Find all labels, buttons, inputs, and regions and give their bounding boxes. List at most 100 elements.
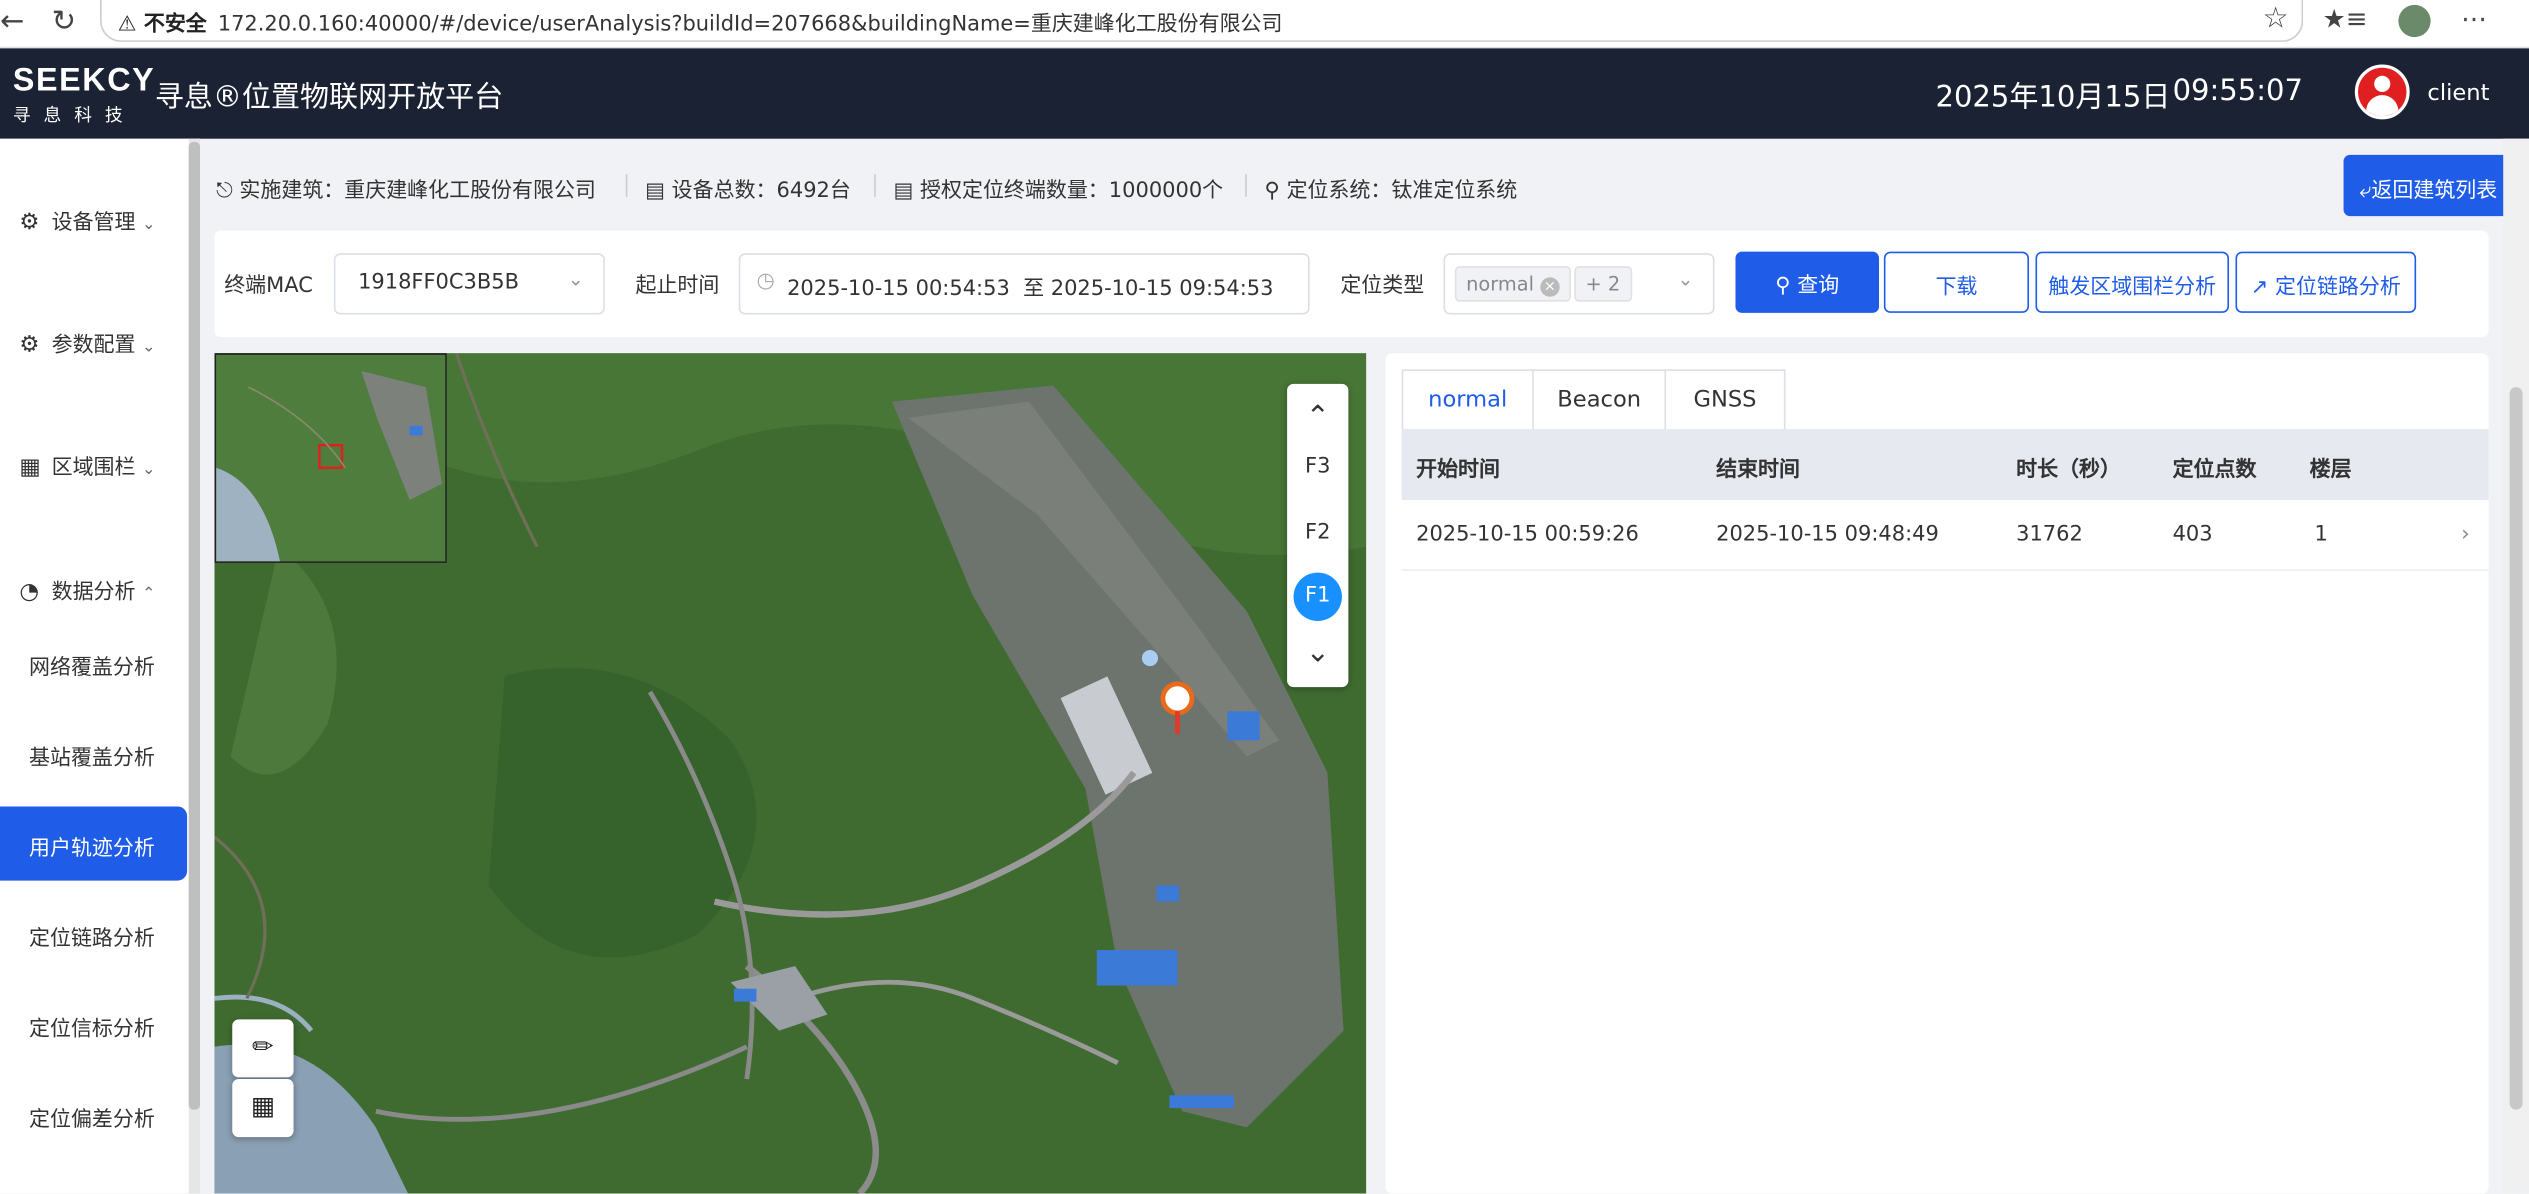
table-row[interactable]: 2025-10-15 00:59:26 2025-10-15 09:48:49 … [1401,499,2489,571]
back-button-label: 返回建筑列表 [2371,179,2498,204]
avatar[interactable] [2354,64,2410,120]
submenu-deviation[interactable]: 定位偏差分析 [29,1102,155,1132]
submenu-beacon[interactable]: 定位信标分析 [29,1011,155,1042]
system-value: 钛准定位系统 [1391,179,1518,204]
cell-floor: 1 [2314,522,2328,547]
url-text: 172.20.0.160:40000/#/device/userAnalysis… [217,12,1283,38]
chevron-up-icon[interactable]: ⌃ [1287,400,1348,434]
overview-minimap[interactable] [214,353,447,563]
time-range-value: 2025-10-15 00:54:53 至 2025-10-15 09:54:5… [787,277,1274,302]
fence-analysis-button[interactable]: 触发区域围栏分析 [2035,251,2230,313]
cell-points: 403 [2172,522,2213,547]
submenu-label: 用户轨迹分析 [29,837,155,862]
star-icon[interactable]: ☆ [2263,2,2289,36]
devices-value: 6492台 [776,179,851,204]
mac-label: 终端MAC [224,274,313,299]
reload-icon[interactable]: ↻ [52,5,76,39]
submenu-location-link[interactable]: 定位链路分析 [29,921,155,951]
document-icon: ▤ [645,179,665,204]
chevron-up-icon: ⌃ [141,585,156,604]
menu-device-management[interactable]: ⚙ 设备管理 ⌄ [19,205,155,236]
col-floor: 楼层 [2309,458,2352,483]
type-select[interactable]: normal × + 2 ⌄ [1443,253,1715,315]
grid-icon[interactable]: ▦ [232,1079,294,1138]
search-icon: ⚲ [1775,274,1791,299]
time-range-input[interactable]: ◷ 2025-10-15 00:54:53 至 2025-10-15 09:54… [738,253,1310,315]
query-label: 查询 [1797,274,1840,299]
building-icon: ⎋ [216,179,233,204]
chevron-down-icon: ⌄ [141,461,156,480]
submenu-station-coverage[interactable]: 基站覆盖分析 [29,740,155,771]
settings-icon: ⚙ [19,332,40,359]
cell-end-time: 2025-10-15 09:48:49 [1716,522,1939,547]
tab-normal[interactable]: normal [1401,369,1534,430]
col-end-time: 结束时间 [1716,458,1801,483]
tab-gnss[interactable]: GNSS [1666,369,1786,430]
back-to-building-list-button[interactable]: ⤶返回建筑列表 [2343,154,2529,217]
terminals-value: 1000000个 [1108,179,1224,204]
logo: SEEKCY 寻息科技 [13,63,154,128]
submenu-user-trajectory[interactable]: 用户轨迹分析 [0,806,188,881]
mac-select[interactable]: 1918FF0C3B5B ⌄ [333,253,605,315]
table-header: 开始时间 结束时间 时长（秒） 定位点数 楼层 [1401,429,2489,500]
link-analysis-label: 定位链路分析 [2275,275,2401,300]
gear-icon: ⚙ [19,209,40,236]
chevron-right-icon[interactable]: › [2461,523,2469,547]
divider [625,174,628,197]
menu-area-fence[interactable]: ▦ 区域围栏 ⌄ [19,450,155,481]
browser-toolbar: ★≡ ⋯ [2323,3,2487,37]
ruler-icon[interactable]: ✏ [232,1019,294,1078]
chevron-down-icon[interactable]: ⌄ [1287,635,1348,669]
filter-bar: 终端MAC 1918FF0C3B5B ⌄ 起止时间 ◷ 2025-10-15 0… [214,230,2489,338]
user-name[interactable]: client [2427,81,2489,107]
address-bar[interactable]: ⚠ 不安全 172.20.0.160:40000/#/device/userAn… [99,0,2304,42]
location-icon: ⚲ [1264,179,1280,204]
menu-parameter-config[interactable]: ⚙ 参数配置 ⌄ [19,327,155,358]
type-more-tag: + 2 [1574,266,1632,302]
cell-start-time: 2025-10-15 00:59:26 [1416,522,1639,547]
terminals-label: 授权定位终端数量： [920,179,1109,204]
tag-close-icon[interactable]: × [1540,277,1560,297]
submenu-network-coverage[interactable]: 网络覆盖分析 [29,650,155,680]
header-time: 09:55:07 [2172,74,2303,109]
type-tag: normal × [1454,266,1571,302]
cell-duration: 31762 [2016,522,2083,547]
sidebar-scroll-thumb[interactable] [188,141,200,1110]
tab-beacon[interactable]: Beacon [1533,369,1667,430]
minimap-imagery [216,354,446,562]
download-button[interactable]: 下载 [1883,251,2030,313]
menu-label: 区域围栏 [51,456,136,481]
divider [1245,174,1247,197]
query-button[interactable]: ⚲ 查询 [1735,251,1880,313]
profile-icon[interactable] [2398,4,2431,37]
document-icon: ▤ [893,179,914,204]
chevron-down-icon: ⌄ [141,216,156,234]
back-icon[interactable]: ← [0,5,24,39]
link-analysis-button[interactable]: ↗ 定位链路分析 [2235,251,2417,313]
page-scroll-thumb[interactable] [2509,387,2523,1110]
system-label: 定位系统： [1286,179,1392,204]
terminals-info: ▤ 授权定位终端数量：1000000个 [893,173,1224,204]
system-info: ⚲ 定位系统：钛准定位系统 [1264,173,1518,204]
building-label: 实施建筑： [239,179,345,204]
pie-icon: ◔ [19,579,40,605]
menu-data-analysis[interactable]: ◔ 数据分析 ⌃ [19,574,155,605]
devices-info: ▤ 设备总数：6492台 [645,173,851,204]
divider [874,174,876,197]
floor-f3[interactable]: F3 [1287,455,1348,479]
browser-bar: ← ↻ ⚠ 不安全 172.20.0.160:40000/#/device/us… [0,0,2529,49]
external-link-icon: ↗ [2250,275,2269,300]
return-icon: ⤶ [2359,179,2372,204]
security-warning: ⚠ 不安全 [117,12,207,38]
clock-icon: ◷ [756,269,775,294]
col-start-time: 开始时间 [1416,458,1501,483]
devices-label: 设备总数： [671,179,777,204]
more-icon[interactable]: ⋯ [2461,3,2487,34]
floor-f1[interactable]: F1 [1293,572,1342,621]
favorites-icon[interactable]: ★≡ [2323,3,2368,34]
floor-f2[interactable]: F2 [1287,521,1348,545]
menu-label: 数据分析 [51,580,136,605]
chevron-down-icon: ⌄ [141,338,156,357]
header-date: 2025年10月15日 [1935,80,2171,115]
time-label: 起止时间 [635,274,720,299]
